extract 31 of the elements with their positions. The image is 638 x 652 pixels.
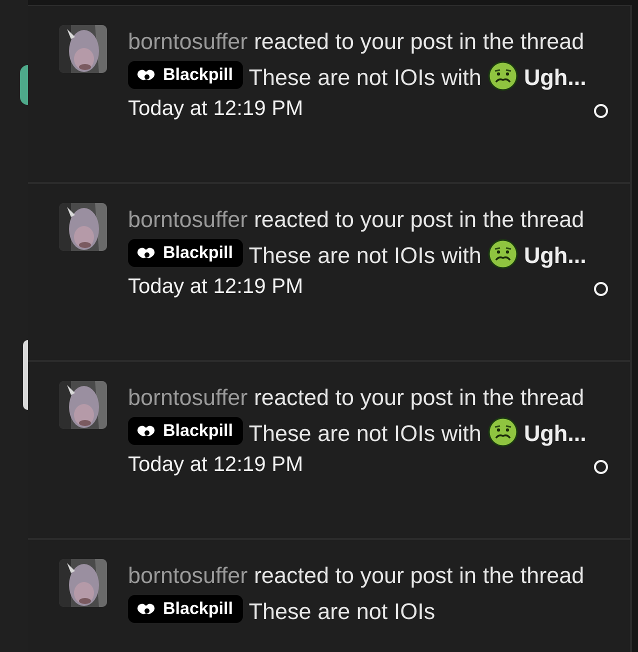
card-edge <box>23 340 28 410</box>
thread-prefix-tag: Blackpill <box>128 417 243 445</box>
username-link[interactable]: borntosuffer <box>128 207 248 232</box>
notification-row[interactable]: borntosuffer reacted to your post in the thread Blackpill These are not IOIs with Ugh... Today at 12:19 PM <box>28 362 630 540</box>
thread-prefix-tag: Blackpill <box>128 595 243 623</box>
notification-time: Today at 12:19 PM <box>128 96 304 122</box>
nauseated-face-icon <box>488 61 518 91</box>
unread-indicator[interactable] <box>594 104 608 118</box>
pill-icon <box>136 245 156 261</box>
notification-text: borntosuffer reacted to your post in the thread Blackpill These are not IOIs with Ugh... <box>128 206 588 271</box>
notification-row[interactable]: borntosuffer reacted to your post in the thread Blackpill These are not IOIs with Ugh... Today at 12:19 PM <box>28 184 630 362</box>
notification-time: Today at 12:19 PM <box>128 274 304 300</box>
pill-icon <box>136 601 156 617</box>
nauseated-face-icon <box>488 239 518 269</box>
thread-prefix-tag: Blackpill <box>128 61 243 89</box>
button-edge <box>20 65 28 105</box>
unread-indicator[interactable] <box>594 282 608 296</box>
notification-row[interactable]: borntosuffer reacted to your post in the thread Blackpill These are not IOIs <box>28 540 630 652</box>
unread-indicator[interactable] <box>594 460 608 474</box>
username-link[interactable]: borntosuffer <box>128 29 248 54</box>
username-link[interactable]: borntosuffer <box>128 385 248 410</box>
notification-text: borntosuffer reacted to your post in the thread Blackpill These are not IOIs <box>128 562 586 626</box>
pill-icon <box>136 423 156 439</box>
username-link[interactable]: borntosuffer <box>128 563 248 588</box>
notification-time: Today at 12:19 PM <box>128 452 304 478</box>
notification-row[interactable]: borntosuffer reacted to your post in the thread Blackpill These are not IOIs with Ugh... Today at 12:19 PM <box>28 6 630 184</box>
pill-icon <box>136 67 156 83</box>
thread-prefix-tag: Blackpill <box>128 239 243 267</box>
notification-text: borntosuffer reacted to your post in the thread Blackpill These are not IOIs with Ugh... <box>128 384 588 449</box>
notification-text: borntosuffer reacted to your post in the thread Blackpill These are not IOIs with Ugh... <box>128 28 588 93</box>
nauseated-face-icon <box>488 417 518 447</box>
